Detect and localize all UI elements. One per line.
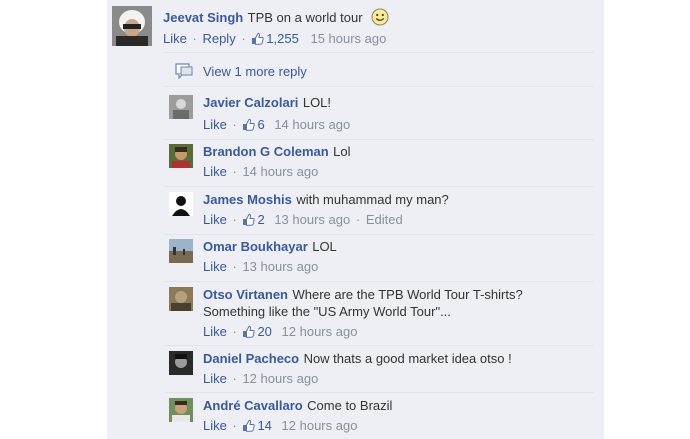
divider [165, 392, 594, 393]
thumbs-up-icon [242, 419, 256, 436]
divider [165, 86, 594, 87]
like-link[interactable]: Like [203, 324, 227, 339]
comment-text: Now thats a good market idea otso ! [303, 351, 512, 366]
smiley-icon [371, 8, 389, 30]
timestamp[interactable]: 14 hours ago [274, 117, 350, 132]
divider [165, 139, 594, 140]
reply-link[interactable]: Reply [202, 31, 235, 46]
timestamp[interactable]: 12 hours ago [282, 418, 358, 433]
comment-text: Where are the TPB World Tour T-shirts? [292, 287, 523, 302]
like-count[interactable]: 14 [257, 418, 271, 433]
comment-text: LOL! [302, 95, 332, 110]
comment-text: with muhammad my man? [296, 192, 449, 207]
thumbs-up-icon [242, 213, 256, 230]
comment-text: Lol [333, 144, 351, 159]
like-count[interactable]: 1,255 [266, 31, 299, 46]
divider [165, 186, 594, 187]
like-link[interactable]: Like [163, 31, 187, 46]
like-link[interactable]: Like [203, 371, 227, 386]
timestamp[interactable]: 13 hours ago [242, 259, 318, 274]
comment-text: Come to Brazil [307, 398, 393, 413]
avatar[interactable] [169, 287, 193, 311]
timestamp[interactable]: 13 hours ago [274, 212, 350, 227]
divider [165, 52, 594, 53]
like-link[interactable]: Like [203, 117, 227, 132]
divider [165, 281, 594, 282]
comment-author[interactable]: Brandon G Coleman [203, 144, 329, 159]
comment-author[interactable]: Javier Calzolari [203, 95, 298, 110]
comment-author[interactable]: André Cavallaro [203, 398, 303, 413]
like-link[interactable]: Like [203, 212, 227, 227]
thumbs-up-icon [242, 118, 256, 135]
avatar[interactable] [112, 6, 152, 46]
comment-author[interactable]: Daniel Pacheco [203, 351, 299, 366]
divider [165, 234, 594, 235]
like-link[interactable]: Like [203, 418, 227, 433]
comment-bubble-icon [175, 63, 193, 83]
timestamp[interactable]: 12 hours ago [242, 371, 318, 386]
edited-label[interactable]: Edited [366, 212, 403, 227]
avatar[interactable] [169, 239, 193, 263]
like-link[interactable]: Like [203, 259, 227, 274]
like-count[interactable]: 2 [257, 212, 264, 227]
timestamp[interactable]: 12 hours ago [282, 324, 358, 339]
view-more-replies-link[interactable]: View 1 more reply [175, 63, 307, 83]
avatar[interactable] [169, 144, 193, 168]
view-more-label[interactable]: View 1 more reply [203, 64, 307, 79]
avatar[interactable] [169, 192, 193, 216]
like-count[interactable]: 20 [257, 324, 271, 339]
like-count[interactable]: 6 [257, 117, 264, 132]
comment-text: TPB on a world tour [247, 10, 363, 25]
divider [165, 345, 594, 346]
comment-author[interactable]: Jeevat Singh [163, 10, 243, 25]
comment-author[interactable]: Omar Boukhayar [203, 239, 308, 254]
thumbs-up-icon [242, 325, 256, 342]
avatar[interactable] [169, 398, 193, 422]
avatar[interactable] [169, 351, 193, 375]
comment-author[interactable]: James Moshis [203, 192, 292, 207]
timestamp[interactable]: 14 hours ago [242, 164, 318, 179]
avatar[interactable] [169, 95, 193, 119]
comment-author[interactable]: Otso Virtanen [203, 287, 288, 302]
comment-text: LOL [312, 239, 337, 254]
thumbs-up-icon [251, 32, 264, 49]
comment-text-continued: Something like the "US Army World Tour".… [203, 304, 451, 319]
like-link[interactable]: Like [203, 164, 227, 179]
timestamp[interactable]: 15 hours ago [310, 31, 386, 46]
